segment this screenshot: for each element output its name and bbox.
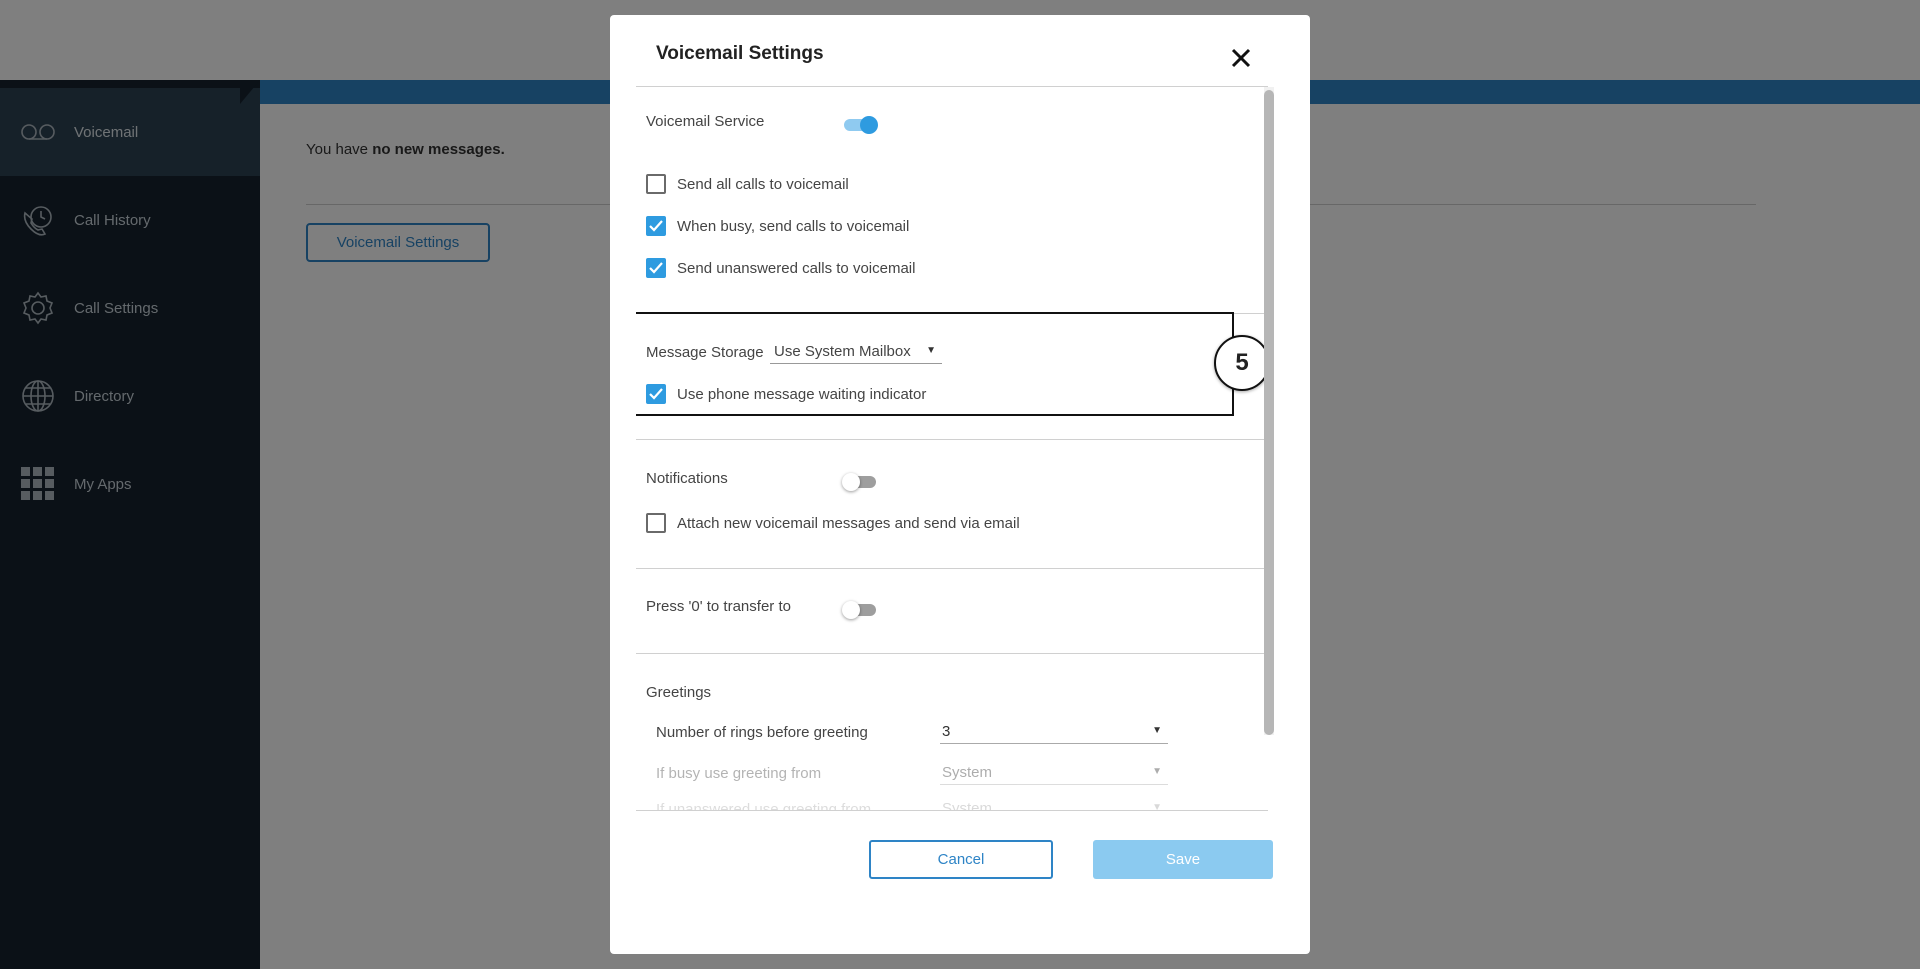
rings-before-greeting-select[interactable]: 3 ▼ xyxy=(940,720,1168,744)
section-divider xyxy=(636,653,1268,654)
annotation-callout: 5 xyxy=(1214,335,1268,391)
when-busy-checkbox[interactable] xyxy=(646,216,666,236)
section-divider xyxy=(636,439,1268,440)
cancel-button[interactable]: Cancel xyxy=(869,840,1053,879)
save-button[interactable]: Save xyxy=(1093,840,1273,879)
unanswered-checkbox[interactable] xyxy=(646,258,666,278)
busy-greeting-select[interactable]: System ▼ xyxy=(940,761,1168,785)
section-divider xyxy=(636,568,1268,569)
when-busy-option[interactable]: When busy, send calls to voicemail xyxy=(646,215,909,237)
unanswered-greeting-select[interactable]: System ▼ xyxy=(940,797,1168,810)
send-all-calls-option[interactable]: Send all calls to voicemail xyxy=(646,173,849,195)
dialog-title: Voicemail Settings xyxy=(656,43,824,64)
dropdown-caret-icon: ▼ xyxy=(1152,802,1162,810)
check-icon xyxy=(649,220,663,232)
annotation-highlight-box xyxy=(636,312,1234,416)
press-zero-toggle[interactable] xyxy=(842,601,878,619)
settings-scroll-area: Voicemail Service Send all calls to voic… xyxy=(636,87,1268,810)
dropdown-caret-icon: ▼ xyxy=(1152,725,1162,736)
rings-before-greeting-label: Number of rings before greeting xyxy=(656,724,868,741)
notifications-toggle[interactable] xyxy=(842,473,878,491)
voicemail-service-label: Voicemail Service xyxy=(646,113,765,130)
unanswered-option[interactable]: Send unanswered calls to voicemail xyxy=(646,257,915,279)
close-icon[interactable] xyxy=(1228,45,1254,71)
attach-voicemail-checkbox[interactable] xyxy=(646,513,666,533)
greetings-label: Greetings xyxy=(646,684,712,701)
dropdown-caret-icon: ▼ xyxy=(1152,766,1162,777)
footer-divider xyxy=(636,810,1268,811)
send-all-calls-checkbox[interactable] xyxy=(646,174,666,194)
busy-greeting-label: If busy use greeting from xyxy=(656,765,822,782)
unanswered-greeting-label: If unanswered use greeting from xyxy=(656,801,872,810)
notifications-label: Notifications xyxy=(646,470,728,487)
press-zero-label: Press '0' to transfer to xyxy=(646,598,791,615)
voicemail-service-toggle[interactable] xyxy=(842,116,878,134)
check-icon xyxy=(649,262,663,274)
voicemail-settings-dialog: Voicemail Settings Voicemail Service Sen… xyxy=(610,15,1310,954)
attach-voicemail-option[interactable]: Attach new voicemail messages and send v… xyxy=(646,512,1020,534)
scrollbar-thumb[interactable] xyxy=(1264,90,1274,735)
